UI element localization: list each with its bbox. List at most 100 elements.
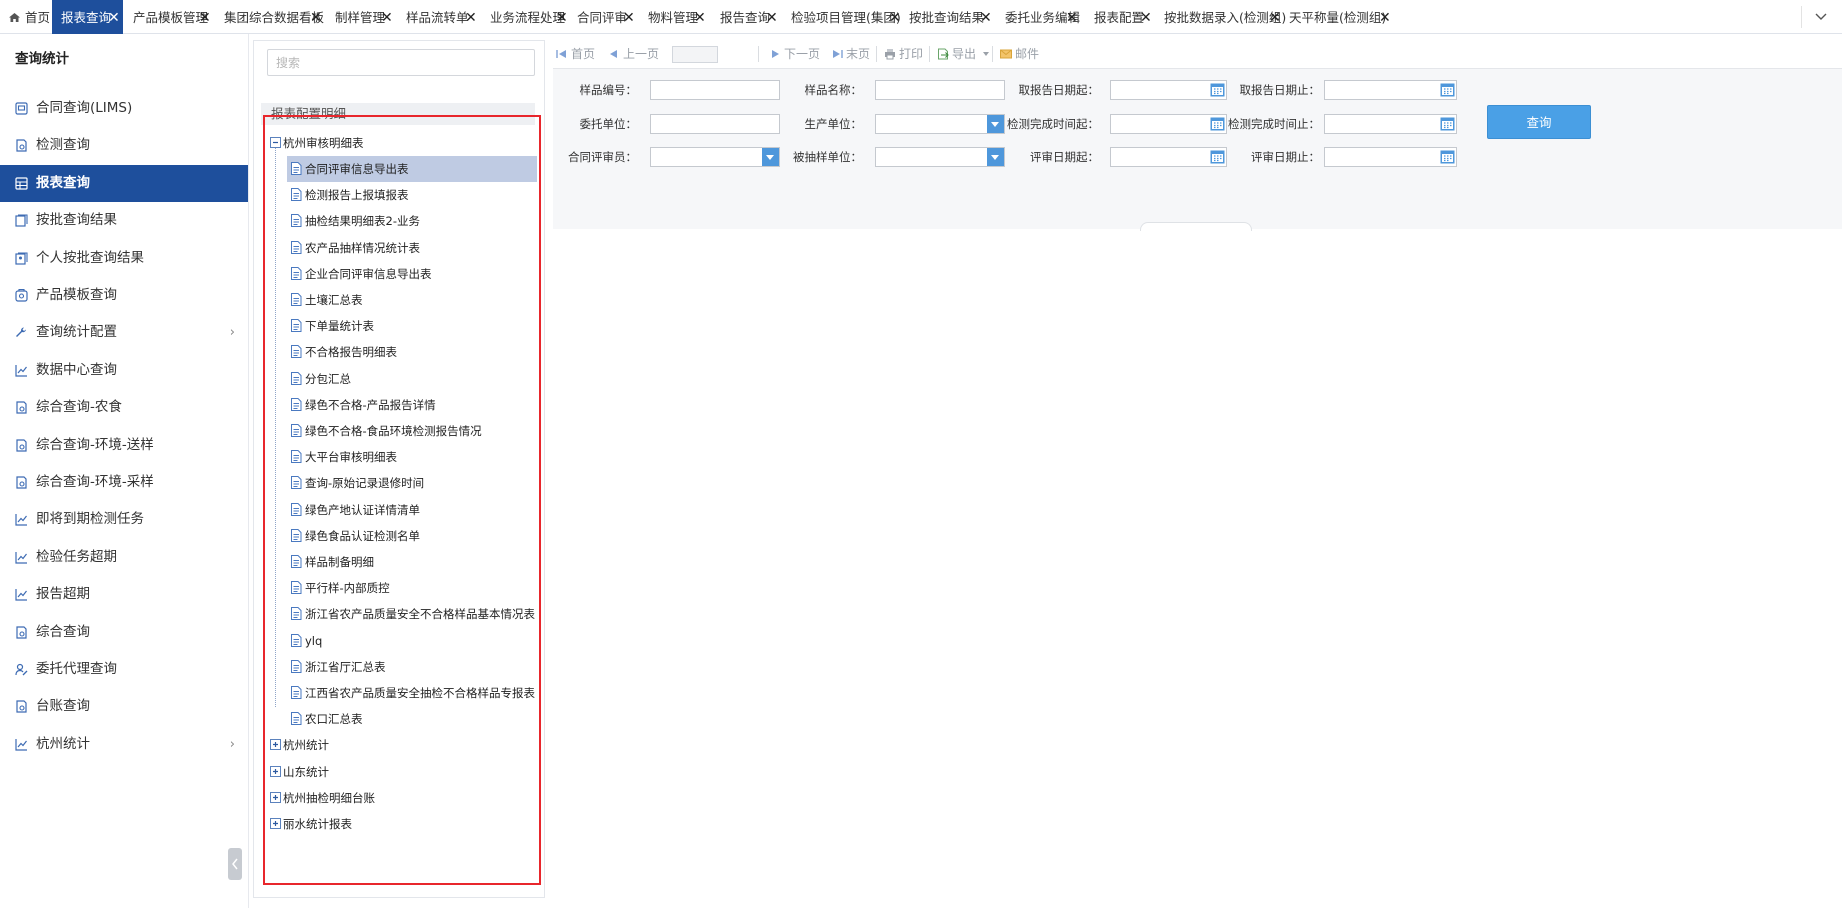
tab-11[interactable]: 按批查询结果 ✕ <box>899 0 995 34</box>
tab-close-icon[interactable]: ✕ <box>694 0 706 36</box>
tab-4[interactable]: 制样管理 ✕ <box>325 0 396 34</box>
report-doc-icon <box>291 319 302 333</box>
filter-label: 生产单位： <box>804 117 863 131</box>
report-doc-icon <box>291 345 302 359</box>
sidebar-collapse-handle[interactable] <box>228 848 242 880</box>
tab-close-icon[interactable]: ✕ <box>623 0 635 36</box>
tab-label: 天平称量(检测组) <box>1289 10 1387 25</box>
nav-item-label: 报告超期 <box>36 586 90 603</box>
nav-item-9[interactable]: 综合查询-环境-送样 <box>0 427 248 464</box>
filter-date-field[interactable] <box>1110 114 1227 134</box>
filter-area: 样品编号： 样品名称： 取报告日期起： 取报告日期止： 委托单位： 生产单位： 检测完成时间… <box>553 68 1842 229</box>
nav-item-11[interactable]: 即将到期检测任务 <box>0 501 248 538</box>
tree-node-label: 检测报告上报填报表 <box>305 188 409 203</box>
filter-date-field[interactable] <box>1110 80 1227 100</box>
tree-search-input[interactable] <box>267 49 535 76</box>
tab-15[interactable]: 天平称量(检测组) ✕ <box>1279 0 1394 34</box>
chevron-down-icon <box>983 52 989 56</box>
tab-7[interactable]: 合同评审 ✕ <box>567 0 638 34</box>
tab-14[interactable]: 按批数据录入(检测组) ✕ <box>1154 0 1286 34</box>
tab-bar-divider <box>1801 6 1802 28</box>
tab-close-icon[interactable]: ✕ <box>199 0 211 36</box>
nav-item-label: 个人按批查询结果 <box>36 249 144 266</box>
nav-item-10[interactable]: 综合查询-环境-采样 <box>0 464 248 501</box>
tree-node-label: 不合格报告明细表 <box>305 345 397 360</box>
nav-item-4[interactable]: 个人按批查询结果 <box>0 240 248 277</box>
tab-13[interactable]: 报表配置 ✕ <box>1084 0 1155 34</box>
nav-item-label: 按批查询结果 <box>36 212 117 229</box>
tab-9[interactable]: 报告查询 ✕ <box>710 0 781 34</box>
filter-collapse-handle[interactable] <box>1140 222 1252 231</box>
tab-close-icon[interactable]: ✕ <box>1379 0 1391 36</box>
nav-item-label: 查询统计配置 <box>36 324 117 341</box>
report-icon <box>16 139 27 152</box>
filter-select-field[interactable] <box>875 147 1005 167</box>
filter-date-field[interactable] <box>1324 114 1457 134</box>
filter-text-field[interactable] <box>875 80 1005 100</box>
nav-item-12[interactable]: 检验任务超期 <box>0 539 248 576</box>
toolbar-button-label: 末页 <box>846 47 871 61</box>
tree-node-label: 土壤汇总表 <box>305 293 363 307</box>
filter-text-field[interactable] <box>650 80 780 100</box>
tab-close-icon[interactable]: ✕ <box>980 0 992 36</box>
tab-close-icon[interactable]: ✕ <box>1140 0 1152 36</box>
tab-close-icon[interactable]: ✕ <box>108 0 120 36</box>
tab-close-icon[interactable]: ✕ <box>766 0 778 36</box>
chart-icon <box>15 589 27 601</box>
tab-10[interactable]: 检验项目管理(集团) ✕ <box>781 0 904 34</box>
nav-item-label: 杭州统计 <box>36 735 90 752</box>
filter-date-field[interactable] <box>1110 147 1227 167</box>
filter-date-field[interactable] <box>1324 147 1457 167</box>
tab-5[interactable]: 样品流转单 ✕ <box>396 0 480 34</box>
chevron-down-icon[interactable] <box>1814 9 1828 23</box>
tab-3[interactable]: 集团综合数据看板 ✕ <box>214 0 325 34</box>
report-doc-icon <box>291 450 302 464</box>
tree-node-label: 绿色不合格-食品环境检测报告情况 <box>305 424 482 438</box>
page-number-input[interactable] <box>672 46 718 63</box>
tab-close-icon[interactable]: ✕ <box>1066 0 1078 36</box>
nav-item-6[interactable]: 查询统计配置 › <box>0 314 248 351</box>
nav-item-16[interactable]: 台账查询 <box>0 688 248 725</box>
tree-node-label: 绿色不合格-产品报告详情 <box>305 397 436 412</box>
wrench-icon <box>16 327 26 338</box>
filter-text-field[interactable] <box>650 114 780 134</box>
chart-icon <box>15 514 27 526</box>
report-doc-icon <box>291 476 302 490</box>
nav-item-5[interactable]: 产品模板查询 <box>0 277 248 314</box>
nav-item-8[interactable]: 综合查询-农食 <box>0 389 248 426</box>
tree-node-label: ylq <box>305 633 323 648</box>
dropdown-arrow-icon[interactable] <box>987 115 1004 133</box>
query-button[interactable]: 查询 <box>1487 105 1591 139</box>
user-batch-icon <box>15 252 28 265</box>
tab-1[interactable]: 报表查询 ✕ <box>52 0 123 34</box>
tab-6[interactable]: 业务流程处理 ✕ <box>480 0 571 34</box>
tab-close-icon[interactable]: ✕ <box>465 0 477 36</box>
tree-node-label: 企业合同评审信息导出表 <box>305 266 432 281</box>
nav-item-13[interactable]: 报告超期 <box>0 576 248 613</box>
nav-item-0[interactable]: 合同查询(LIMS) <box>0 90 248 127</box>
nav-item-15[interactable]: 委托代理查询 <box>0 651 248 688</box>
tab-2[interactable]: 产品模板管理 ✕ <box>123 0 214 34</box>
nav-item-7[interactable]: 数据中心查询 <box>0 352 248 389</box>
dropdown-arrow-icon[interactable] <box>987 148 1004 166</box>
nav-item-14[interactable]: 综合查询 <box>0 614 248 651</box>
tab-0[interactable]: 首页 <box>0 0 52 34</box>
report-icon <box>16 476 27 489</box>
filter-select-field[interactable] <box>650 147 780 167</box>
calendar-icon <box>1440 117 1455 131</box>
nav-item-3[interactable]: 按批查询结果 <box>0 202 248 239</box>
tab-close-icon[interactable]: ✕ <box>310 0 322 36</box>
dropdown-arrow-icon[interactable] <box>762 148 779 166</box>
tab-label: 集团综合数据看板 <box>224 10 325 25</box>
nav-item-2[interactable]: 报表查询 <box>0 164 248 202</box>
tab-close-icon[interactable]: ✕ <box>381 0 393 36</box>
left-nav: 查询统计 合同查询(LIMS) 检测查询 报表查询 按批查询结果 个人按批查询结果 产品模… <box>0 34 249 908</box>
tab-12[interactable]: 委托业务编辑 ✕ <box>995 0 1081 34</box>
tab-8[interactable]: 物料管理 ✕ <box>638 0 709 34</box>
filter-select-field[interactable] <box>875 114 1005 134</box>
nav-item-1[interactable]: 检测查询 <box>0 127 248 164</box>
tree-node-label: 抽检结果明细表2-业务 <box>305 214 420 229</box>
nav-item-17[interactable]: 杭州统计 › <box>0 726 248 763</box>
filter-date-field[interactable] <box>1324 80 1457 100</box>
tab-close-icon[interactable]: ✕ <box>556 0 568 36</box>
